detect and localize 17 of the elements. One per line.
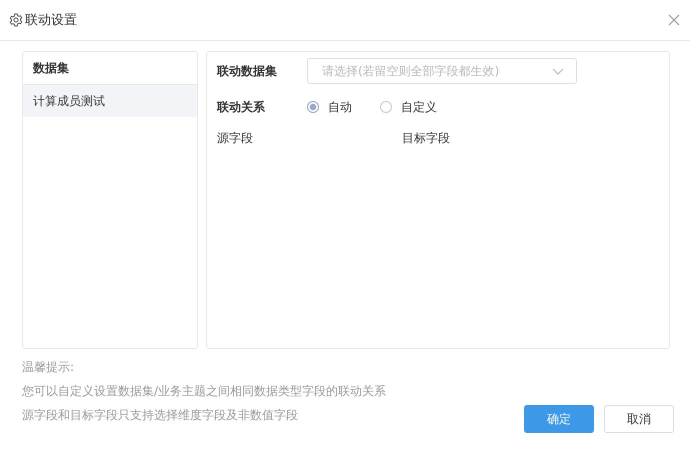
field-label: 联动数据集 (217, 62, 278, 80)
chevron-down-icon (552, 68, 564, 74)
radio-button[interactable] (307, 101, 319, 113)
cancel-button[interactable]: 取消 (604, 405, 674, 433)
settings-icon (9, 13, 23, 27)
column-header: 目标字段 (402, 130, 451, 147)
hint-text: 温馨提示: (22, 359, 76, 376)
close-icon[interactable] (668, 14, 680, 26)
radio-label[interactable]: 自定义 (401, 98, 437, 116)
dataset-item[interactable]: 计算成员测试 (23, 85, 197, 117)
window-title: 联动设置 (25, 12, 77, 29)
field-label: 联动关系 (217, 98, 266, 116)
radio-label[interactable]: 自动 (328, 98, 352, 116)
radio-button[interactable] (380, 101, 392, 113)
hint-text: 您可以自定义设置数据集/业务主题之间相同数据类型字段的联动关系 (22, 383, 388, 400)
column-header: 源字段 (217, 130, 254, 147)
hint-text: 源字段和目标字段只支持选择维度字段及非数值字段 (22, 407, 299, 424)
